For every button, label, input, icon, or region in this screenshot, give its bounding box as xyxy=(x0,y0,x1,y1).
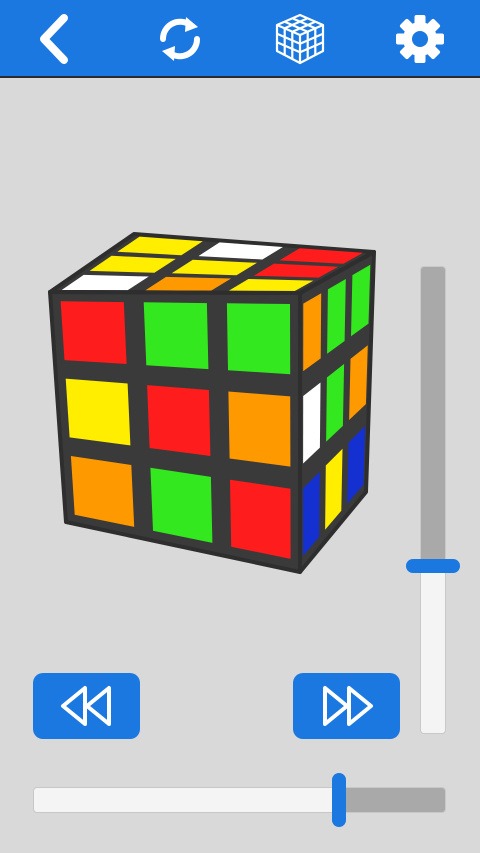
back-arrow-icon xyxy=(40,14,68,64)
front-sticker xyxy=(147,385,211,456)
front-sticker xyxy=(226,303,291,375)
horizontal-slider-track[interactable] xyxy=(33,787,446,813)
fast-forward-button[interactable] xyxy=(293,673,400,739)
vertical-slider-track[interactable] xyxy=(420,266,446,734)
front-sticker xyxy=(150,467,213,543)
horizontal-slider-filled xyxy=(34,788,340,812)
front-sticker xyxy=(228,391,291,467)
cube-edge xyxy=(49,290,301,295)
right-sticker xyxy=(303,293,322,372)
rubiks-cube[interactable] xyxy=(0,78,480,678)
refresh-button[interactable] xyxy=(150,9,210,69)
rewind-button[interactable] xyxy=(33,673,140,739)
cube-grid-icon xyxy=(275,13,325,65)
vertical-slider-thumb[interactable] xyxy=(406,558,460,573)
front-sticker xyxy=(230,479,291,559)
vertical-slider-upper xyxy=(421,267,445,567)
top-toolbar xyxy=(0,0,480,78)
rotate-refresh-icon xyxy=(159,17,201,61)
horizontal-slider-thumb[interactable] xyxy=(331,773,346,827)
cube-view-button[interactable] xyxy=(270,9,330,69)
vertical-slider-lower xyxy=(421,564,445,733)
front-sticker xyxy=(143,302,209,370)
front-sticker xyxy=(65,378,131,446)
horizontal-slider-remaining xyxy=(337,788,445,812)
gear-icon xyxy=(396,15,444,63)
rewind-icon xyxy=(60,686,111,726)
front-sticker xyxy=(60,301,127,364)
back-button[interactable] xyxy=(26,9,86,69)
settings-button[interactable] xyxy=(390,9,450,69)
fast-forward-icon xyxy=(322,686,373,726)
